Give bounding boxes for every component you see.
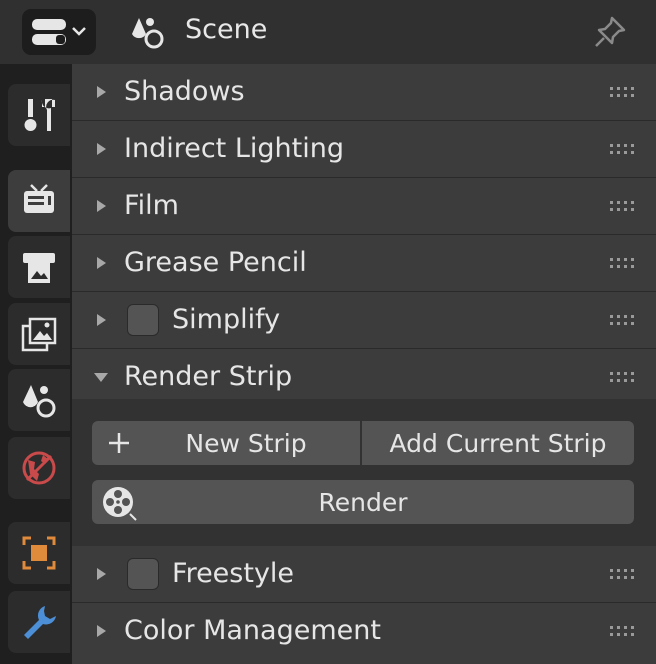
panel-freestyle[interactable]: Freestyle [72, 546, 656, 601]
panel-color-management-label: Color Management [124, 615, 381, 646]
collapsed-arrow-icon [97, 567, 106, 580]
collapsed-arrow-icon [97, 85, 106, 98]
panel-grease-pencil[interactable]: Grease Pencil [72, 235, 656, 290]
drag-handle-icon[interactable] [610, 371, 634, 383]
drag-handle-icon[interactable] [610, 86, 634, 98]
render-strip-content: New Strip Add Current Strip Render [72, 399, 656, 549]
panel-indirect-lighting-label: Indirect Lighting [124, 133, 344, 164]
panel-shadows-label: Shadows [124, 76, 245, 107]
panel-simplify[interactable]: Simplify [72, 292, 656, 347]
output-icon [23, 253, 55, 283]
plus-icon [109, 433, 129, 453]
object-icon [22, 536, 56, 570]
tab-output[interactable] [8, 236, 70, 298]
context-title: Scene [185, 14, 268, 45]
view-layer-icon [21, 317, 57, 352]
drag-handle-icon[interactable] [610, 568, 634, 580]
drag-handle-icon[interactable] [610, 143, 634, 155]
drag-handle-icon[interactable] [610, 625, 634, 637]
tool-icon [24, 99, 55, 131]
render-button[interactable]: Render [92, 480, 634, 524]
pin-icon[interactable] [592, 14, 628, 50]
collapsed-arrow-icon [97, 313, 106, 326]
drag-handle-icon[interactable] [610, 314, 634, 326]
tab-modifier[interactable] [8, 591, 70, 653]
properties-panel: Shadows Indirect Lighting Film Grease Pe… [72, 64, 656, 664]
add-current-strip-label: Add Current Strip [389, 428, 607, 458]
tab-object[interactable] [8, 522, 70, 584]
world-icon [22, 451, 56, 485]
collapsed-arrow-icon [97, 199, 106, 212]
properties-header: Scene [0, 0, 656, 64]
panel-render-strip[interactable]: Render Strip [72, 349, 656, 404]
properties-tab-bar [0, 64, 72, 664]
drag-handle-icon[interactable] [610, 200, 634, 212]
render-icon [24, 184, 54, 213]
collapsed-arrow-icon [97, 142, 106, 155]
collapsed-arrow-icon [97, 624, 106, 637]
panel-color-management[interactable]: Color Management [72, 603, 656, 658]
panel-film-label: Film [124, 190, 179, 221]
panel-simplify-label: Simplify [172, 304, 281, 335]
properties-editor-icon [32, 19, 86, 45]
scene-icon [132, 18, 164, 49]
tab-render[interactable] [8, 170, 70, 232]
freestyle-checkbox[interactable] [127, 557, 159, 590]
tab-view-layer[interactable] [8, 303, 70, 365]
new-strip-button[interactable]: New Strip [92, 421, 360, 465]
render-label: Render [318, 487, 408, 517]
tab-world[interactable] [8, 437, 70, 499]
tab-scene[interactable] [8, 369, 70, 431]
add-current-strip-button[interactable]: Add Current Strip [362, 421, 634, 465]
expanded-arrow-icon [94, 372, 108, 382]
panel-grease-pencil-label: Grease Pencil [124, 247, 307, 278]
panel-indirect-lighting[interactable]: Indirect Lighting [72, 121, 656, 176]
new-strip-label: New Strip [185, 428, 307, 458]
film-reel-icon [103, 487, 137, 521]
editor-type-selector[interactable] [22, 9, 96, 55]
simplify-checkbox[interactable] [127, 303, 159, 336]
tab-tool[interactable] [8, 84, 70, 146]
wrench-icon [24, 606, 56, 639]
panel-film[interactable]: Film [72, 178, 656, 233]
scene-tab-icon [23, 385, 56, 418]
panel-render-strip-label: Render Strip [124, 361, 293, 392]
panel-freestyle-label: Freestyle [172, 558, 295, 589]
drag-handle-icon[interactable] [610, 257, 634, 269]
panel-shadows[interactable]: Shadows [72, 64, 656, 119]
collapsed-arrow-icon [97, 256, 106, 269]
